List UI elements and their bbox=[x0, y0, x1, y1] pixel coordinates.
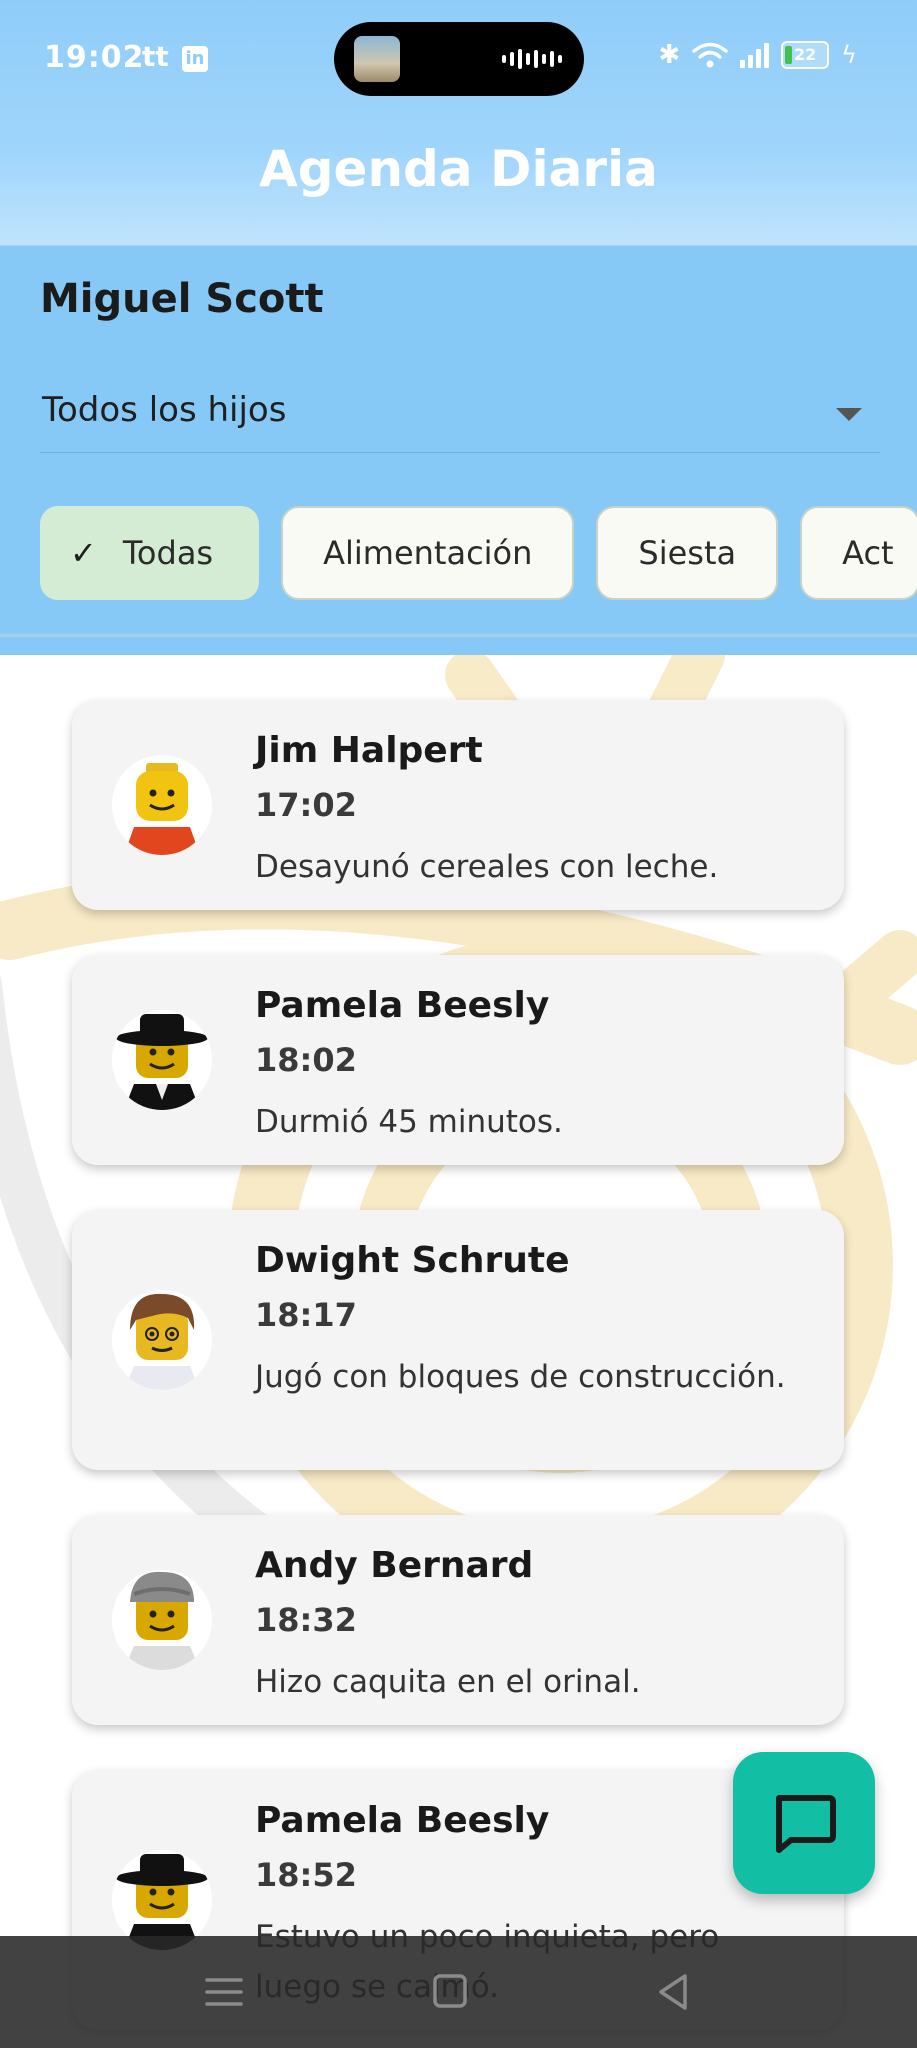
status-time: 19:02 bbox=[44, 40, 145, 75]
linkedin-icon: in bbox=[182, 46, 208, 72]
child-avatar bbox=[112, 1290, 212, 1390]
dropdown-arrow-icon bbox=[836, 408, 862, 421]
child-avatar bbox=[112, 1010, 212, 1110]
child-select-value: Todos los hijos bbox=[42, 390, 287, 430]
dynamic-island[interactable] bbox=[334, 22, 584, 96]
system-nav-bar bbox=[0, 1936, 917, 2048]
activity-card[interactable]: Pamela Beesly 18:02 Durmió 45 minutos. bbox=[72, 955, 844, 1165]
battery-icon: 22 bbox=[781, 41, 830, 69]
chip-label: Alimentación bbox=[323, 534, 533, 572]
home-icon[interactable] bbox=[420, 1964, 480, 2020]
chip-label: Act bbox=[842, 534, 894, 572]
header-divider bbox=[0, 634, 917, 637]
entry-description: Jugó con bloques de construcción. bbox=[255, 1359, 786, 1395]
teacher-name: Miguel Scott bbox=[40, 276, 324, 322]
child-name: Pamela Beesly bbox=[255, 985, 550, 1026]
entry-time: 18:32 bbox=[255, 1601, 357, 1639]
back-icon[interactable] bbox=[645, 1964, 705, 2020]
entry-description: Hizo caquita en el orinal. bbox=[255, 1664, 641, 1700]
child-name: Andy Bernard bbox=[255, 1545, 534, 1586]
child-name: Jim Halpert bbox=[255, 730, 483, 771]
chip-label: Siesta bbox=[638, 534, 737, 572]
child-name: Pamela Beesly bbox=[255, 1800, 550, 1841]
category-chips: ✓ Todas Alimentación Siesta Act bbox=[40, 506, 917, 604]
activity-card[interactable]: Jim Halpert 17:02 Desayunó cereales con … bbox=[72, 700, 844, 910]
bluetooth-icon: ✱ bbox=[658, 40, 681, 70]
chat-bubble-icon bbox=[776, 1795, 836, 1853]
status-icons: ✱ 22 ϟ bbox=[658, 40, 857, 70]
chip-label: Todas bbox=[122, 534, 214, 572]
child-avatar bbox=[112, 1850, 212, 1950]
entry-time: 18:17 bbox=[255, 1296, 357, 1334]
audio-wave-icon bbox=[502, 48, 562, 70]
entry-description: Desayunó cereales con leche. bbox=[255, 849, 719, 885]
child-avatar bbox=[112, 1570, 212, 1670]
child-avatar bbox=[112, 755, 212, 855]
entry-time: 18:52 bbox=[255, 1856, 357, 1894]
wifi-icon bbox=[692, 42, 728, 68]
chip-todas[interactable]: ✓ Todas bbox=[40, 506, 260, 600]
menu-icon[interactable] bbox=[195, 1964, 255, 2020]
chip-alimentacion[interactable]: Alimentación bbox=[281, 506, 575, 600]
child-name: Dwight Schrute bbox=[255, 1240, 570, 1281]
chip-actividades[interactable]: Act bbox=[800, 506, 917, 600]
status-bar: 19:02 tt in ✱ 22 ϟ bbox=[0, 0, 917, 120]
signal-icon bbox=[740, 42, 770, 68]
entry-time: 17:02 bbox=[255, 786, 357, 824]
chip-siesta[interactable]: Siesta bbox=[596, 506, 779, 600]
child-select-dropdown[interactable]: Todos los hijos bbox=[40, 380, 880, 453]
entry-time: 18:02 bbox=[255, 1041, 357, 1079]
activity-card[interactable]: Andy Bernard 18:32 Hizo caquita en el or… bbox=[72, 1515, 844, 1725]
entry-description: Durmió 45 minutos. bbox=[255, 1104, 563, 1140]
charging-icon: ϟ bbox=[841, 41, 857, 69]
media-thumbnail bbox=[354, 36, 400, 82]
page-title: Agenda Diaria bbox=[259, 140, 658, 198]
tt-app-icon: tt bbox=[142, 40, 169, 73]
activity-card[interactable]: Dwight Schrute 18:17 Jugó con bloques de… bbox=[72, 1210, 844, 1470]
chat-fab-button[interactable] bbox=[733, 1752, 875, 1894]
check-icon: ✓ bbox=[70, 534, 97, 572]
